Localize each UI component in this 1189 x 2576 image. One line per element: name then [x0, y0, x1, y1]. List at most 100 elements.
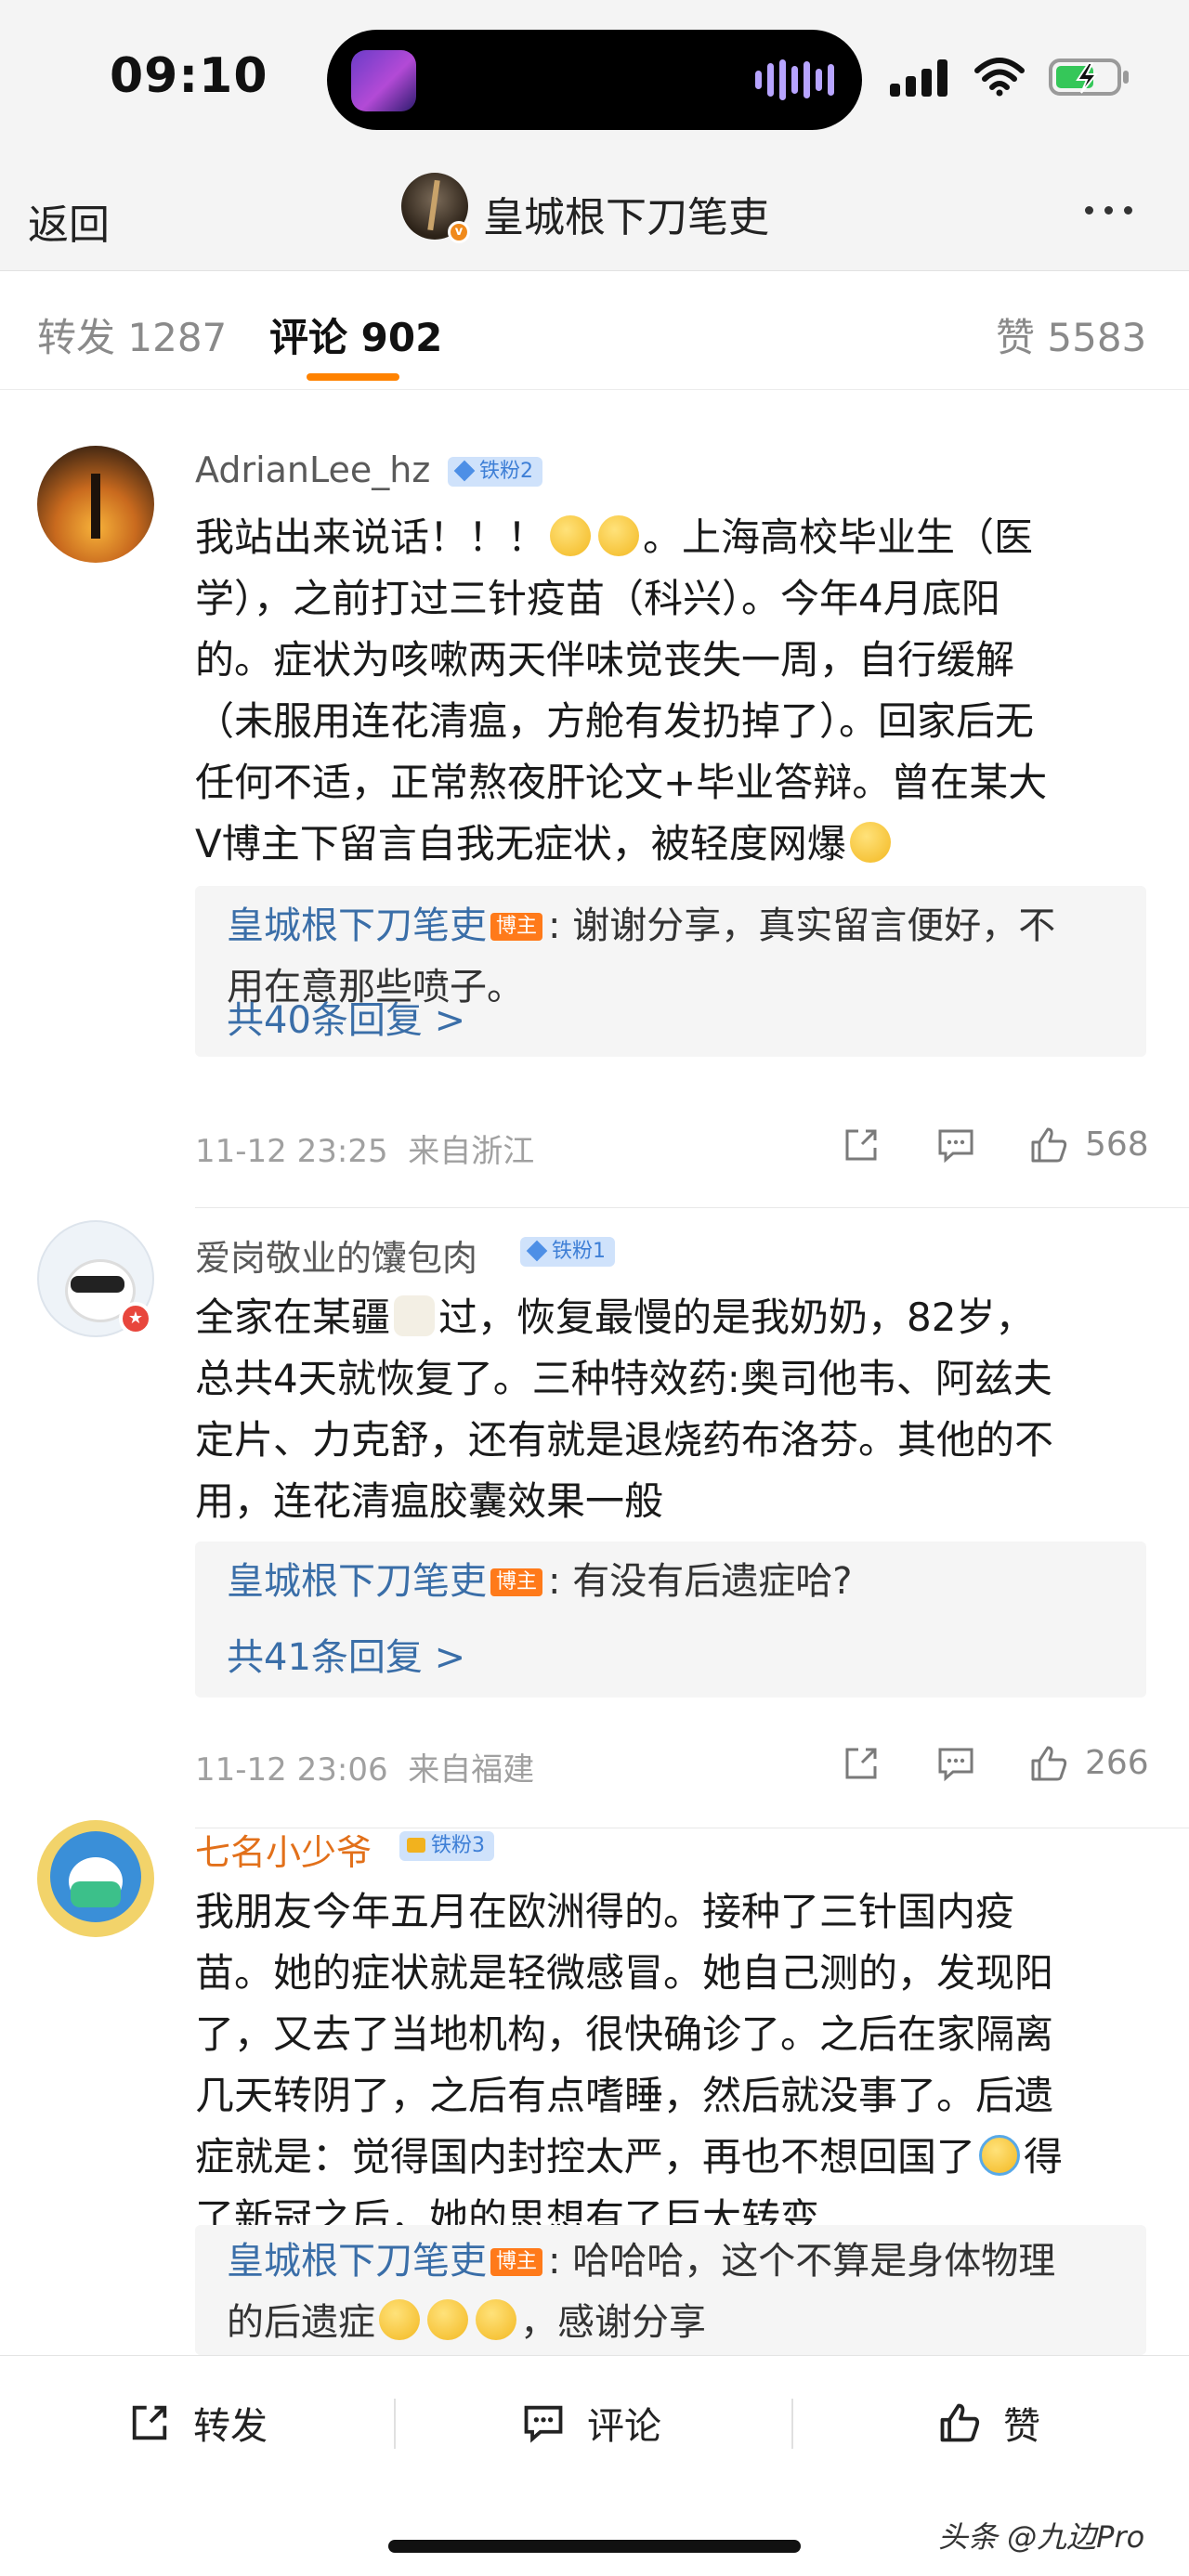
status-bar: 09:10	[0, 0, 1189, 158]
comment-username[interactable]: 七名小少爷	[195, 1824, 372, 1875]
share-icon[interactable]	[840, 1742, 882, 1785]
comment-text-line: 。上海高校毕业生（医	[643, 514, 1034, 560]
page-title[interactable]: 皇城根下刀笔吏	[483, 184, 769, 243]
tab-reposts[interactable]: 转发 1287	[37, 306, 227, 363]
like-button[interactable]: 赞	[936, 2395, 1040, 2451]
like-label: 赞	[1003, 2405, 1040, 2448]
reply-author[interactable]: 皇城根下刀笔吏	[227, 2240, 487, 2283]
emoji-icon	[476, 2299, 516, 2340]
raised-hand-emoji-icon	[550, 515, 592, 556]
comment-text-line: 几天转阴了，之后有点嗜睡，然后就没事了。后遗	[195, 2073, 1054, 2118]
reply-text: : 有没有后遗症哈?	[548, 1560, 853, 1603]
reply-preview[interactable]: 皇城根下刀笔吏 博主: 有没有后遗症哈? 共41条回复 >	[195, 1542, 1146, 1698]
view-replies-link[interactable]: 共40条回复 >	[227, 990, 465, 1044]
reply-comment-icon[interactable]	[934, 1124, 977, 1166]
thumbs-up-icon[interactable]	[1027, 1742, 1070, 1785]
comment-text-line: V博主下留言自我无症状，被轻度网爆	[195, 821, 846, 866]
reply-author[interactable]: 皇城根下刀笔吏	[227, 1560, 487, 1603]
repost-button[interactable]: 转发	[126, 2395, 268, 2451]
comment-text-line: 定片、力克舒，还有就是退烧药布洛芬。其他的不	[195, 1417, 1054, 1463]
comment-text-line: 全家在某疆	[195, 1295, 391, 1340]
fan-level-badge: 铁粉1	[520, 1237, 615, 1267]
view-replies-link[interactable]: 共41条回复 >	[227, 1627, 465, 1681]
comment-text: 我站出来说话！！！ 。上海高校毕业生（医 学），之前打过三针疫苗（科兴）。今年4月…	[195, 507, 1161, 875]
comment-username[interactable]: AdrianLee_hz	[195, 449, 430, 490]
crying-laughing-emoji-icon	[979, 2135, 1021, 2176]
comment-meta: 11-12 23:06 来自福建	[195, 1744, 534, 1789]
now-playing-artwork	[351, 50, 416, 111]
comment-button[interactable]: 评论	[520, 2395, 661, 2451]
comment-text-line: 的。症状为咳嗽两天伴味觉丧失一周，自行缓解	[195, 637, 1015, 683]
like-count: 568	[1085, 1125, 1149, 1164]
comment-actions: 266	[836, 1738, 1152, 1794]
tab-comments-label: 评论	[269, 315, 348, 360]
comment-text-line: 任何不适，正常熬夜肝论文+毕业答辩。曾在某大	[195, 760, 1048, 805]
comment-meta: 11-12 23:25 来自浙江	[195, 1125, 534, 1171]
avatar[interactable]	[37, 446, 154, 563]
comment-icon	[524, 2405, 563, 2443]
comment-text-line: 过，恢复最慢的是我奶奶，82岁，	[438, 1295, 1035, 1340]
comment-location: 来自浙江	[408, 1133, 535, 1170]
owner-tag: 博主	[490, 1568, 543, 1596]
comment-location: 来自福建	[408, 1751, 535, 1789]
divider	[791, 2399, 793, 2449]
emoji-icon	[379, 2299, 420, 2340]
comment-text-line: 学），之前打过三针疫苗（科兴）。今年4月底阳	[195, 576, 1000, 621]
divider	[195, 1207, 1189, 1208]
emoji-icon	[427, 2299, 468, 2340]
comment-text-line: （未服用连花清瘟，方舱有发扔掉了）。回家后无	[195, 698, 1035, 744]
tab-likes-count: 5583	[1047, 315, 1147, 360]
member-badge-icon: ★	[119, 1302, 152, 1335]
shrug-emoji-icon	[849, 822, 891, 863]
comment-time: 11-12 23:25	[195, 1133, 388, 1170]
comment-text-line: 用，连花清瘟胶囊效果一般	[195, 1478, 664, 1524]
reply-text: 的后遗症	[227, 2301, 375, 2344]
nav-header: 返回 v 皇城根下刀笔吏	[0, 158, 1189, 271]
dynamic-island[interactable]	[327, 30, 862, 130]
tab-reposts-count: 1287	[127, 315, 228, 360]
watermark: 头条 @九边Pro	[938, 2519, 1145, 2555]
comment-text-line: 得	[1024, 2134, 1064, 2179]
repost-label: 转发	[193, 2405, 268, 2448]
back-button[interactable]: 返回	[28, 191, 110, 251]
divider	[394, 2399, 396, 2449]
comment-time: 11-12 23:06	[195, 1751, 388, 1789]
tab-comments[interactable]: 评论 902	[269, 306, 442, 363]
tab-reposts-label: 转发	[37, 315, 116, 360]
comment-text-line: 我朋友今年五月在欧洲得的。接种了三针国内疫	[195, 1889, 1015, 1934]
comment-text-line: 我站出来说话！！！	[195, 514, 547, 560]
tab-comments-count: 902	[360, 315, 443, 360]
reply-author[interactable]: 皇城根下刀笔吏	[227, 904, 487, 947]
comment-text: 我朋友今年五月在欧洲得的。接种了三针国内疫 苗。她的症状就是轻微感冒。她自己测的…	[195, 1881, 1161, 2249]
home-indicator[interactable]	[388, 2540, 801, 2553]
reply-line: 皇城根下刀笔吏 博主: 谢谢分享，真实留言便好，不	[227, 895, 1118, 956]
battery-charging-icon	[1049, 59, 1129, 96]
tab-likes[interactable]: 赞 5583	[996, 306, 1146, 363]
alpaca-emoji-icon	[394, 1295, 436, 1336]
tab-bar: 转发 1287 评论 902 赞 5583	[0, 271, 1189, 390]
thumbs-up-icon	[940, 2403, 980, 2442]
raised-hand-emoji-icon	[598, 515, 640, 556]
thumbs-up-icon[interactable]	[1027, 1124, 1070, 1166]
more-options-icon[interactable]	[1085, 206, 1132, 215]
reply-text: : 谢谢分享，真实留言便好，不	[548, 904, 1056, 947]
audio-waveform-icon	[755, 59, 834, 100]
avatar[interactable]	[37, 1820, 154, 1937]
reply-preview[interactable]: 皇城根下刀笔吏 博主: 谢谢分享，真实留言便好，不 用在意那些喷子。 共40条回复…	[195, 886, 1146, 1057]
share-icon	[132, 2405, 167, 2440]
owner-tag: 博主	[490, 913, 543, 941]
comment-text-line: 总共4天就恢复了。三种特效药:奥司他韦、阿兹夫	[195, 1356, 1052, 1401]
status-time: 09:10	[110, 48, 268, 104]
reply-line: 皇城根下刀笔吏 博主: 哈哈哈，这个不算是身体物理	[227, 2231, 1118, 2292]
reply-preview[interactable]: 皇城根下刀笔吏 博主: 哈哈哈，这个不算是身体物理 的后遗症 ，感谢分享	[195, 2225, 1146, 2355]
comment-username[interactable]: 爱岗敬业的馕包肉	[195, 1229, 477, 1281]
comment-text-line: 了，又去了当地机构，很快确诊了。之后在家隔离	[195, 2011, 1054, 2057]
comment-text: 全家在某疆 过，恢复最慢的是我奶奶，82岁， 总共4天就恢复了。三种特效药:奥司他…	[195, 1287, 1161, 1532]
comment-label: 评论	[587, 2405, 661, 2448]
wifi-icon	[974, 58, 1025, 97]
share-icon[interactable]	[840, 1124, 882, 1166]
reply-comment-icon[interactable]	[934, 1742, 977, 1785]
reply-text: ，感谢分享	[520, 2301, 706, 2344]
comment-text-line: 苗。她的症状就是轻微感冒。她自己测的，发现阳	[195, 1950, 1054, 1996]
tab-likes-label: 赞	[996, 315, 1036, 360]
